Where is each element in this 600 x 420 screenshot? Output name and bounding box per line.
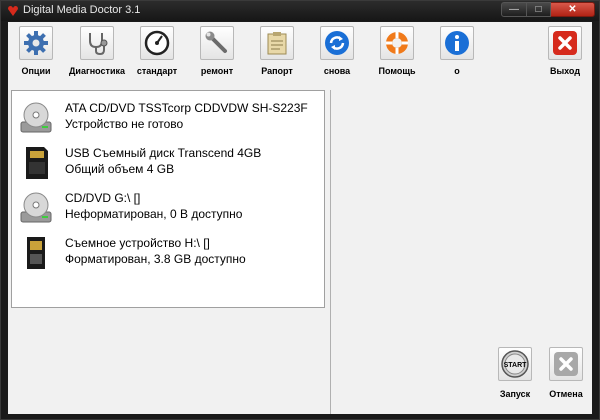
drive-status: Устройство не готово (65, 117, 184, 131)
refresh-label: снова (323, 66, 351, 76)
drive-name: CD/DVD G:\ [] (65, 191, 141, 205)
start-icon-text: START (504, 362, 528, 369)
diagnostics-icon-box (80, 26, 114, 60)
drive-item[interactable]: Съемное устройство H:\ [] Форматирован, … (12, 233, 324, 273)
app-window: Digital Media Doctor 3.1 — □ ✕ Опции Диа… (0, 0, 600, 420)
cancel-button[interactable]: Отмена (541, 347, 591, 399)
app-logo-icon (8, 6, 18, 16)
repair-icon-box (200, 26, 234, 60)
gauge-icon (144, 30, 170, 56)
standard-label: стандарт (136, 66, 178, 76)
drive-name: ATA CD/DVD TSSTcorp CDDVDW SH-S223F (65, 101, 308, 115)
standard-button[interactable]: стандарт (127, 26, 187, 76)
exit-icon (553, 31, 577, 55)
start-label: Запуск (499, 389, 531, 399)
cancel-icon (554, 352, 578, 376)
drive-name: Съемное устройство H:\ [] (65, 236, 210, 250)
client-area: Опции Диагностика стандарт ремонт Рапорт… (8, 22, 592, 414)
drive-item[interactable]: ATA CD/DVD TSSTcorp CDDVDW SH-S223F Устр… (12, 98, 324, 138)
exit-icon-box (548, 26, 582, 60)
options-icon-box (19, 26, 53, 60)
drive-list[interactable]: ATA CD/DVD TSSTcorp CDDVDW SH-S223F Устр… (11, 90, 325, 308)
panel-divider (330, 90, 331, 414)
gear-icon (24, 31, 48, 55)
report-label: Рапорт (261, 66, 293, 76)
start-button[interactable]: START Запуск (490, 347, 540, 399)
wrench-icon (205, 31, 227, 53)
diagnostics-label: Диагностика (69, 66, 125, 76)
memory-card-icon (27, 237, 45, 269)
info-icon (445, 31, 469, 55)
help-button[interactable]: Помощь (367, 26, 427, 76)
cancel-icon-box (549, 347, 583, 381)
exit-label: Выход (549, 66, 581, 76)
report-icon-box (260, 26, 294, 60)
drive-item[interactable]: USB Съемный диск Transcend 4GB Общий объ… (12, 143, 324, 183)
report-button[interactable]: Рапорт (247, 26, 307, 76)
about-icon-box (440, 26, 474, 60)
diagnostics-button[interactable]: Диагностика (67, 26, 127, 76)
repair-button[interactable]: ремонт (187, 26, 247, 76)
clipboard-icon (267, 32, 287, 55)
standard-icon-box (140, 26, 174, 60)
help-label: Помощь (378, 66, 416, 76)
lifebuoy-icon (386, 32, 408, 54)
help-icon-box (380, 26, 414, 60)
about-label: о (454, 66, 460, 76)
cancel-label: Отмена (549, 389, 583, 399)
drive-item[interactable]: CD/DVD G:\ [] Неформатирован, 0 B доступ… (12, 188, 324, 228)
close-button[interactable]: ✕ (551, 2, 595, 17)
refresh-button[interactable]: снова (307, 26, 367, 76)
title-bar[interactable]: Digital Media Doctor 3.1 — □ ✕ (1, 1, 599, 21)
stethoscope-icon (89, 33, 108, 56)
options-button[interactable]: Опции (6, 26, 66, 76)
drive-name: USB Съемный диск Transcend 4GB (65, 146, 262, 160)
maximize-button[interactable]: □ (527, 2, 551, 17)
repair-label: ремонт (200, 66, 234, 76)
optical-drive-icon (20, 102, 52, 133)
optical-drive-icon (20, 192, 52, 223)
drive-status: Общий объем 4 GB (65, 162, 175, 176)
options-label: Опции (21, 66, 51, 76)
drive-status: Форматирован, 3.8 GB доступно (65, 252, 246, 266)
start-icon: START (501, 350, 529, 378)
start-icon-box: START (498, 347, 532, 381)
toolbar: Опции Диагностика стандарт ремонт Рапорт… (8, 22, 592, 84)
minimize-button[interactable]: — (501, 2, 527, 17)
window-controls: — □ ✕ (501, 2, 595, 17)
refresh-icon-box (320, 26, 354, 60)
exit-button[interactable]: Выход (535, 26, 595, 76)
window-title: Digital Media Doctor 3.1 (23, 4, 141, 16)
about-button[interactable]: о (427, 26, 487, 76)
drive-status: Неформатирован, 0 B доступно (65, 207, 243, 221)
refresh-icon (325, 31, 349, 55)
sd-card-icon (26, 147, 48, 179)
